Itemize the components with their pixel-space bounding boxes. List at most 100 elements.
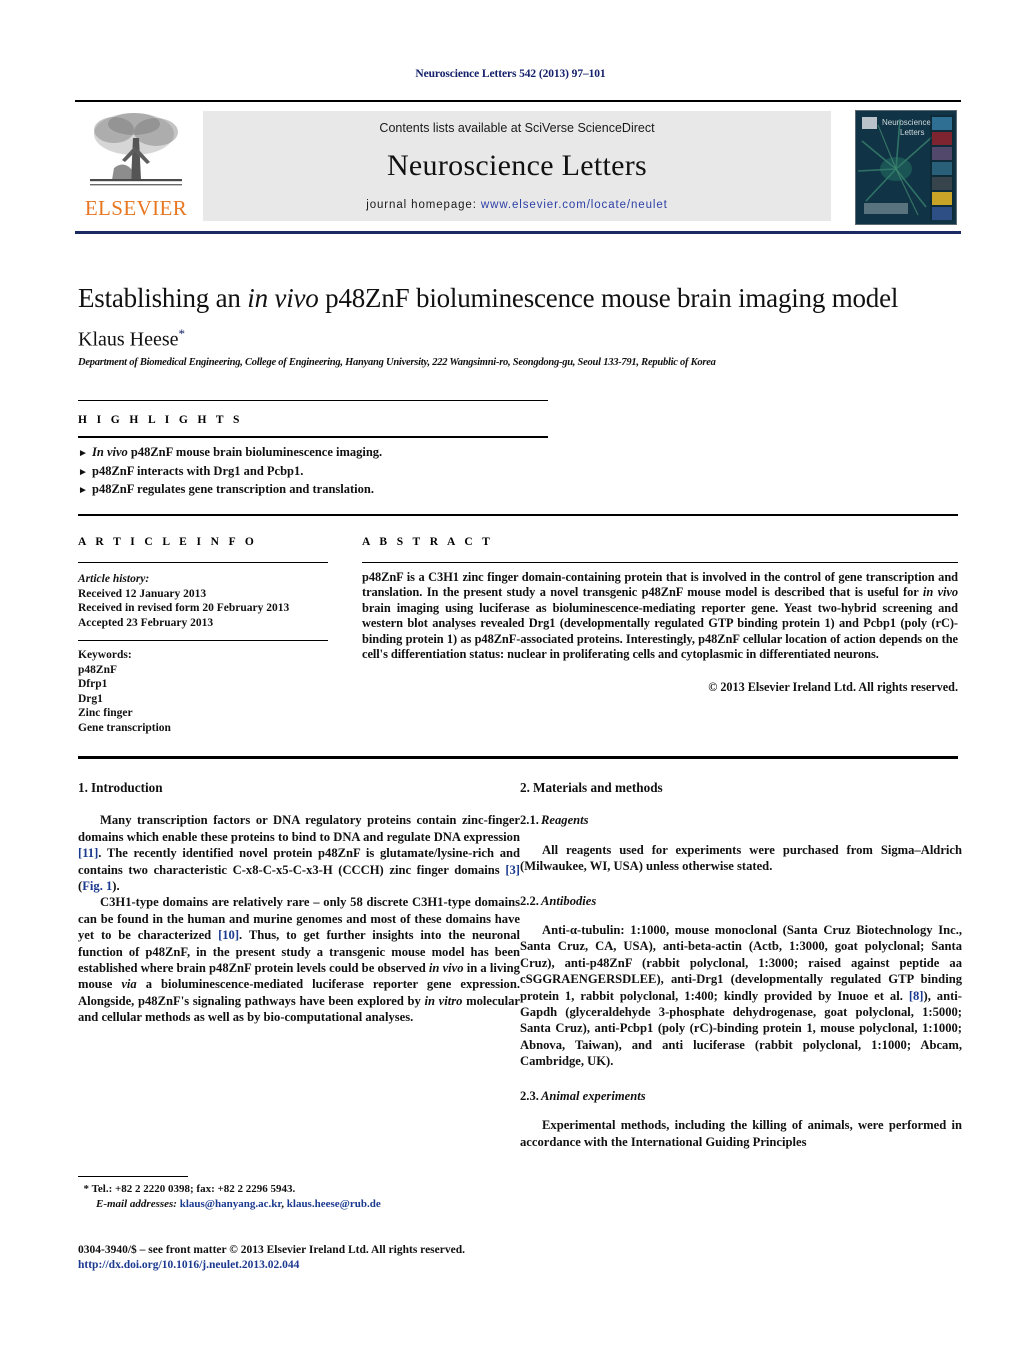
subsection-title: Animal experiments: [541, 1088, 646, 1103]
keywords-heading: Keywords:: [78, 649, 132, 661]
elsevier-tree-icon: [90, 113, 182, 186]
intro-italic-invitro: in vitro: [424, 993, 463, 1008]
intro-italic-invivo: in vivo: [428, 961, 464, 976]
paragraph: C3H1-type domains are relatively rare – …: [78, 894, 520, 1025]
copyright-line: © 2013 Elsevier Ireland Ltd. All rights …: [708, 680, 958, 694]
section-title: Materials and methods: [533, 780, 663, 795]
footnote-email-line: E-mail addresses: klaus@hanyang.ac.kr, k…: [78, 1197, 520, 1212]
author-name: Klaus Heese*: [78, 326, 185, 352]
journal-title: Neuroscience Letters: [386, 149, 648, 182]
intro-p1-a: Many transcription factors or DNA regula…: [78, 813, 520, 844]
keyword-item: Drg1: [78, 692, 103, 705]
masthead-bottom-rule: [75, 231, 961, 234]
article-history-received: Received 12 January 2013: [78, 587, 207, 600]
abstract-part-1: p48ZnF is a C3H1 zinc finger domain-cont…: [362, 570, 958, 600]
section-heading-materials: 2. Materials and methods: [520, 780, 962, 796]
list-item: ► p48ZnF regulates gene transcription and…: [78, 481, 548, 500]
highlights-list: ► In vivo p48ZnF mouse brain bioluminesce…: [78, 444, 548, 500]
svg-text:Letters: Letters: [900, 128, 924, 137]
highlights-top-rule: [78, 400, 548, 401]
issn-copyright-line: 0304-3940/$ – see front matter © 2013 El…: [78, 1244, 465, 1256]
author-label: Klaus Heese: [78, 328, 179, 351]
bullet-arrow-icon: ►: [78, 485, 88, 496]
info-section-top-rule: [78, 514, 958, 516]
article-info-divider-rule: [78, 562, 328, 564]
highlight-text-1: p48ZnF interacts with Drg1 and Pcbp1.: [92, 463, 304, 478]
intro-italic-via: via: [121, 977, 137, 992]
reference-link[interactable]: [3]: [505, 863, 520, 877]
keywords-divider-rule: [78, 640, 328, 642]
email-link-primary[interactable]: klaus@hanyang.ac.kr: [180, 1198, 282, 1210]
highlights-label: H I G H L I G H T S: [78, 414, 243, 426]
keywords-block: Keywords: p48ZnF Dfrp1 Drg1 Zinc finger …: [78, 648, 328, 736]
subsection-title: Reagents: [541, 813, 589, 828]
email-addresses-label: E-mail addresses:: [96, 1197, 177, 1210]
elsevier-logo: ELSEVIER: [80, 108, 192, 226]
abstract-part-2: brain imaging using luciferase as biolum…: [362, 600, 958, 662]
keyword-item: Dfrp1: [78, 678, 108, 691]
corresponding-author-marker: *: [178, 326, 186, 341]
journal-homepage-line: journal homepage: www.elsevier.com/locat…: [203, 199, 831, 211]
title-italic: in vivo: [247, 283, 319, 313]
homepage-prefix: journal homepage:: [366, 199, 481, 211]
doi-link[interactable]: http://dx.doi.org/10.1016/j.neulet.2013.…: [78, 1258, 548, 1273]
highlight-text-0: p48ZnF mouse brain bioluminescence imagi…: [127, 445, 383, 459]
article-history-accepted: Accepted 23 February 2013: [78, 616, 214, 629]
highlight-italic-0: In vivo: [92, 445, 128, 459]
column-left: 1. Introduction Many transcription factor…: [78, 780, 520, 1026]
keyword-item: Zinc finger: [78, 707, 133, 720]
author-affiliation: Department of Biomedical Engineering, Co…: [78, 357, 716, 368]
title-part-2: p48ZnF bioluminescence mouse brain imagi…: [318, 283, 899, 313]
bullet-arrow-icon: ►: [78, 448, 88, 459]
elsevier-wordmark: ELSEVIER: [84, 196, 188, 220]
abstract-italic: in vivo: [922, 585, 959, 600]
journal-cover-thumbnail: Neuroscience Letters: [855, 110, 957, 225]
masthead-top-rule: [75, 100, 961, 102]
abstract-text: p48ZnF is a C3H1 zinc finger domain-cont…: [362, 570, 958, 662]
highlight-text-2: p48ZnF regulates gene transcription and …: [92, 482, 374, 496]
subsection-heading-antibodies: 2.2. Antibodies: [520, 893, 962, 909]
list-item: ► p48ZnF interacts with Drg1 and Pcbp1.: [78, 463, 548, 482]
footnote-contact-line: * Tel.: +82 2 2220 0398; fax: +82 2 2296…: [78, 1182, 520, 1197]
bullet-arrow-icon: ►: [78, 466, 88, 478]
list-item: ► In vivo p48ZnF mouse brain bioluminesce…: [78, 444, 548, 463]
highlights-divider-rule: [78, 436, 548, 438]
antibodies-part-1: Anti-α-tubulin: 1:1000, mouse monoclonal…: [520, 923, 962, 1003]
footnote-marker: *: [83, 1183, 90, 1195]
reference-link[interactable]: [8]: [909, 989, 924, 1003]
subsection-number: 2.2.: [520, 893, 539, 908]
section-number: 2.: [520, 780, 530, 795]
figure-link[interactable]: Fig. 1: [82, 879, 112, 893]
footer-block: 0304-3940/$ – see front matter © 2013 El…: [78, 1243, 548, 1273]
subsection-heading-reagents: 2.1. Reagents: [520, 812, 962, 828]
email-link-secondary[interactable]: klaus.heese@rub.de: [287, 1198, 381, 1210]
paragraph: Many transcription factors or DNA regula…: [78, 812, 520, 894]
article-history-block: Article history: Received 12 January 201…: [78, 572, 328, 630]
contents-prefix: Contents lists available at: [379, 121, 525, 135]
journal-band: Contents lists available at SciVerse Sci…: [203, 111, 831, 221]
article-history-revised: Received in revised form 20 February 201…: [78, 602, 290, 615]
footnote-block: * Tel.: +82 2 2220 0398; fax: +82 2 2296…: [78, 1182, 520, 1211]
column-right: 2. Materials and methods 2.1. Reagents All…: [520, 780, 962, 1150]
subsection-number: 2.1.: [520, 813, 539, 828]
title-part-1: Establishing an: [78, 283, 248, 313]
journal-article-page: Neuroscience Letters 542 (2013) 97–101 E…: [0, 0, 1021, 1351]
article-info-label: A R T I C L E I N F O: [78, 536, 258, 548]
sciencedirect-link[interactable]: SciVerse ScienceDirect: [525, 121, 655, 135]
paragraph: All reagents used for experiments were p…: [520, 842, 962, 874]
section-title: Introduction: [91, 780, 163, 795]
subsection-heading-animal-experiments: 2.3. Animal experiments: [520, 1088, 962, 1104]
reference-link[interactable]: [11]: [78, 846, 98, 860]
intro-p1-d: ).: [112, 879, 120, 894]
article-history-heading: Article history:: [78, 573, 150, 585]
running-head: Neuroscience Letters 542 (2013) 97–101: [415, 68, 606, 80]
paragraph: Experimental methods, including the kill…: [520, 1118, 962, 1149]
footnote-contact: Tel.: +82 2 2220 0398; fax: +82 2 2296 5…: [91, 1183, 296, 1195]
subsection-number: 2.3.: [520, 1088, 539, 1103]
journal-masthead: ELSEVIER Contents lists available at Sci…: [75, 100, 961, 234]
section-heading-introduction: 1. Introduction: [78, 780, 520, 796]
paragraph: Anti-α-tubulin: 1:1000, mouse monoclonal…: [520, 922, 962, 1070]
section-number: 1.: [78, 780, 88, 795]
journal-homepage-url[interactable]: www.elsevier.com/locate/neulet: [481, 199, 668, 211]
reference-link[interactable]: [10]: [218, 928, 239, 942]
